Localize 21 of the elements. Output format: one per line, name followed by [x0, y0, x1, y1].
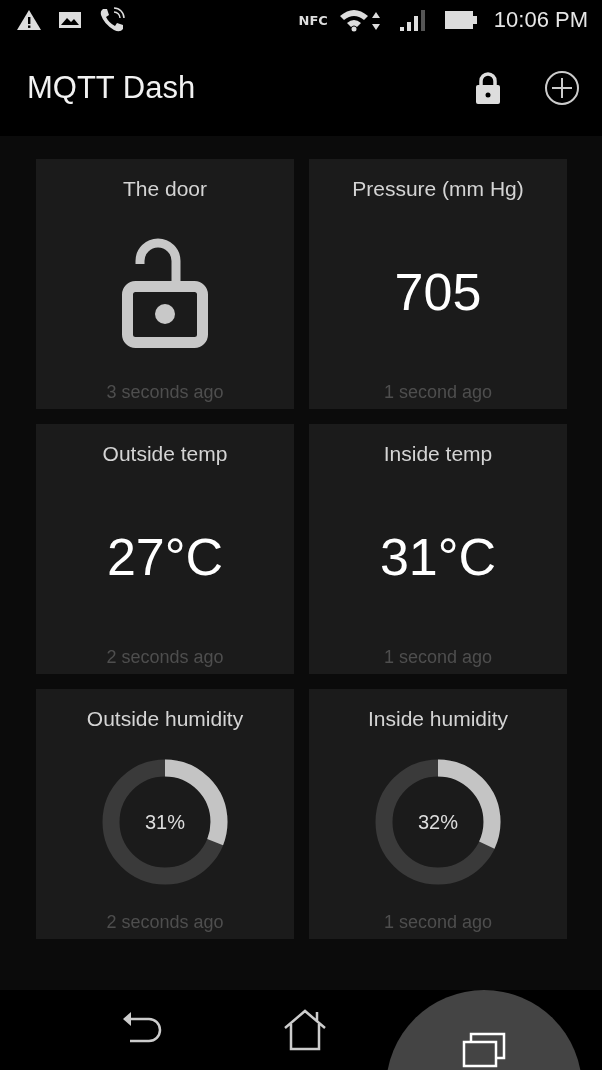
tile-title: Outside humidity [86, 707, 244, 731]
tile-value: 31°C [379, 526, 497, 587]
image-icon [58, 10, 82, 30]
app-title: MQTT Dash [27, 70, 196, 106]
battery-icon [443, 10, 478, 30]
home-icon [282, 1009, 327, 1051]
gauge-value: 32% [417, 810, 459, 833]
signal-icon [397, 8, 428, 32]
clock-time: 10:06 PM [493, 7, 588, 33]
phone-icon [98, 6, 126, 34]
nfc-label: NFC [298, 12, 328, 28]
tile-value: 27°C [106, 526, 224, 587]
tile-title: Outside temp [102, 442, 228, 466]
tile-title: Inside temp [383, 442, 493, 466]
gauge-value: 31% [144, 810, 186, 833]
tile-title: Inside humidity [367, 707, 509, 731]
overlapping-windows-icon [462, 1032, 506, 1068]
tile-title: The door [122, 177, 208, 201]
warning-icon [16, 9, 42, 31]
tile-title: Pressure (mm Hg) [352, 177, 524, 201]
tile-value: 705 [394, 261, 482, 322]
